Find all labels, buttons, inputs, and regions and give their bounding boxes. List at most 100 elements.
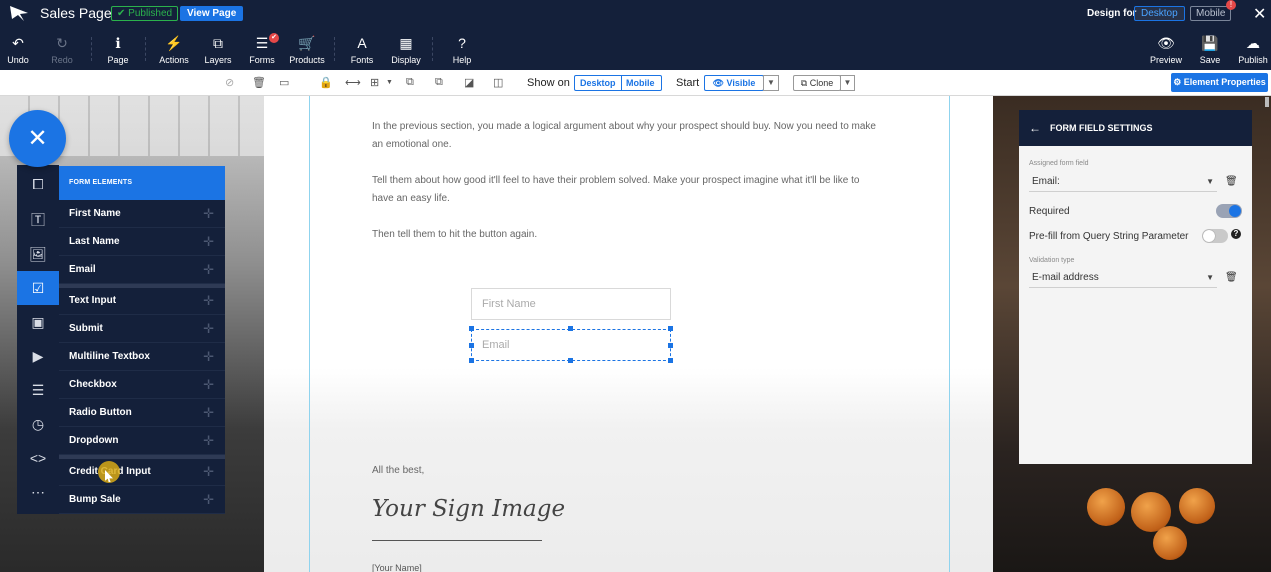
chevron-down-icon[interactable]: ▼ <box>840 75 855 91</box>
list-icon[interactable]: ☰ <box>17 373 59 407</box>
products-button[interactable]: 🛒 Products <box>287 27 327 70</box>
resize-handle[interactable] <box>568 358 573 363</box>
drag-handle-icon[interactable]: ✛ <box>203 256 214 284</box>
signature-image[interactable]: Your Sign Image <box>372 496 565 522</box>
list-item-label: Submit <box>69 323 103 334</box>
checkbox-icon[interactable]: ☑ <box>17 271 59 305</box>
timer-icon[interactable]: ◷ <box>17 407 59 441</box>
publish-button[interactable]: ☁ Publish <box>1237 27 1269 70</box>
body-paragraph[interactable]: In the previous section, you made a logi… <box>372 118 882 154</box>
more-icon[interactable]: ⋯ <box>17 475 59 509</box>
list-item-email[interactable]: Email ✛ <box>59 256 225 284</box>
design-mobile-button[interactable]: Mobile <box>1190 6 1232 21</box>
drag-handle-icon[interactable]: ✛ <box>203 371 214 399</box>
email-field[interactable]: Email <box>471 329 671 361</box>
drag-handle-icon[interactable]: ✛ <box>203 200 214 228</box>
undo-button[interactable]: ↶ Undo <box>4 27 32 70</box>
align-icon[interactable]: ⊞ <box>370 76 379 89</box>
clone-button[interactable]: ⧉ Clone <box>793 75 841 91</box>
code-icon[interactable]: <> <box>17 441 59 475</box>
list-item-label: Multiline Textbox <box>69 351 150 362</box>
closing-text[interactable]: All the best, <box>372 465 424 476</box>
display-button[interactable]: ▦ Display <box>389 27 423 70</box>
resize-handle[interactable] <box>469 326 474 331</box>
delete-icon[interactable]: 🗑 <box>252 76 266 89</box>
drag-handle-icon[interactable]: ✛ <box>203 315 214 343</box>
resize-handle[interactable] <box>668 326 673 331</box>
list-item-first-name[interactable]: First Name ✛ <box>59 200 225 228</box>
redo-button[interactable]: ↻ Redo <box>48 27 76 70</box>
drag-handle-icon[interactable]: ✛ <box>203 427 214 455</box>
list-item-radio-button[interactable]: Radio Button ✛ <box>59 399 225 427</box>
preview-button[interactable]: 👁 Preview <box>1148 27 1184 70</box>
show-on-desktop-toggle[interactable]: Desktop <box>574 75 622 91</box>
back-arrow-icon[interactable]: ← <box>1029 121 1041 135</box>
help-icon[interactable]: ? <box>1231 229 1241 239</box>
resize-handle[interactable] <box>469 358 474 363</box>
trash-icon[interactable]: 🗑 <box>1225 176 1238 187</box>
resize-handle[interactable] <box>469 343 474 348</box>
hide-icon[interactable]: ⊘ <box>225 76 234 89</box>
puzzle-icon[interactable]: ⧠ <box>17 167 59 201</box>
align-dropdown-icon[interactable]: ▼ <box>386 79 393 86</box>
trash-icon[interactable]: 🗑 <box>1225 272 1238 283</box>
list-item-credit-card-input[interactable]: Credit Card Input✛ <box>59 458 225 486</box>
section-icon[interactable]: ▣ <box>17 305 59 339</box>
assigned-field-select[interactable]: Email: ▼ <box>1029 172 1217 192</box>
layers-icon: ⧉ <box>213 35 223 51</box>
chevron-down-icon[interactable]: ▼ <box>763 75 779 91</box>
required-toggle[interactable] <box>1216 204 1242 218</box>
layer-back-icon[interactable]: ◫ <box>493 76 503 89</box>
element-properties-button[interactable]: ⚙ Element Properties <box>1171 73 1268 92</box>
design-desktop-button[interactable]: Desktop <box>1134 6 1185 21</box>
actions-button[interactable]: ⚡ Actions <box>156 27 192 70</box>
page-button[interactable]: ℹ Page <box>104 27 132 70</box>
video-icon[interactable]: ▶ <box>17 339 59 373</box>
list-item-label: Last Name <box>69 236 120 247</box>
width-icon[interactable]: ⟷ <box>345 76 361 89</box>
lock-icon[interactable]: 🔒 <box>319 76 333 89</box>
save-button[interactable]: 💾 Save <box>1196 27 1224 70</box>
drag-handle-icon[interactable]: ✛ <box>203 287 214 315</box>
help-button[interactable]: ? Help <box>448 27 476 70</box>
drag-handle-icon[interactable]: ✛ <box>203 228 214 256</box>
list-item-dropdown[interactable]: Dropdown ✛ <box>59 427 225 455</box>
drag-handle-icon[interactable]: ✛ <box>203 486 214 514</box>
fonts-button[interactable]: A Fonts <box>348 27 376 70</box>
list-item-multiline-textbox[interactable]: Multiline Textbox ✛ <box>59 343 225 371</box>
send-backward-icon[interactable]: ⧉ <box>435 76 443 89</box>
layer-front-icon[interactable]: ◪ <box>464 76 474 89</box>
page-canvas[interactable]: In the previous section, you made a logi… <box>264 96 993 572</box>
close-panel-button[interactable]: ✕ <box>9 110 66 167</box>
validation-type-select[interactable]: E-mail address ▼ <box>1029 268 1217 288</box>
text-icon[interactable]: 🅃 <box>17 203 59 237</box>
your-name-text[interactable]: [Your Name] <box>372 563 422 572</box>
resize-handle[interactable] <box>668 358 673 363</box>
first-name-field[interactable]: First Name <box>471 288 671 320</box>
drag-handle-icon[interactable]: ✛ <box>203 343 214 371</box>
bring-forward-icon[interactable]: ⧉ <box>406 76 414 89</box>
layers-button[interactable]: ⧉ Layers <box>202 27 234 70</box>
close-editor-icon[interactable]: ✕ <box>1253 4 1266 24</box>
view-page-button[interactable]: View Page <box>180 6 244 21</box>
element-category-rail: ⧠ 🅃 🖼 ☑ ▣ ▶ ⋮ ☰ ◷ <> ⋯ ⋮ <box>17 165 77 514</box>
list-item-submit[interactable]: Submit ✛ <box>59 315 225 343</box>
image-settings-icon[interactable]: ▭ <box>279 76 289 89</box>
drag-handle-icon[interactable]: ✛ <box>203 458 214 486</box>
visible-select[interactable]: 👁 Visible <box>704 75 764 91</box>
resize-handle[interactable] <box>568 326 573 331</box>
list-item-last-name[interactable]: Last Name ✛ <box>59 228 225 256</box>
list-item-label: Bump Sale <box>69 494 121 505</box>
body-paragraph[interactable]: Tell them about how good it'll feel to h… <box>372 172 882 208</box>
scrollbar[interactable] <box>1265 97 1269 107</box>
drag-handle-icon[interactable]: ✛ <box>203 399 214 427</box>
image-icon[interactable]: 🖼 <box>17 237 59 271</box>
list-item-bump-sale[interactable]: Bump Sale ✛ <box>59 486 225 514</box>
mobile-alert-badge: ! <box>1226 0 1236 10</box>
show-on-mobile-toggle[interactable]: Mobile <box>620 75 662 91</box>
body-paragraph[interactable]: Then tell them to hit the button again. <box>372 226 882 244</box>
list-item-text-input[interactable]: Text Input ✛ <box>59 287 225 315</box>
list-item-checkbox[interactable]: Checkbox ✛ <box>59 371 225 399</box>
resize-handle[interactable] <box>668 343 673 348</box>
prefill-toggle[interactable] <box>1202 229 1228 243</box>
